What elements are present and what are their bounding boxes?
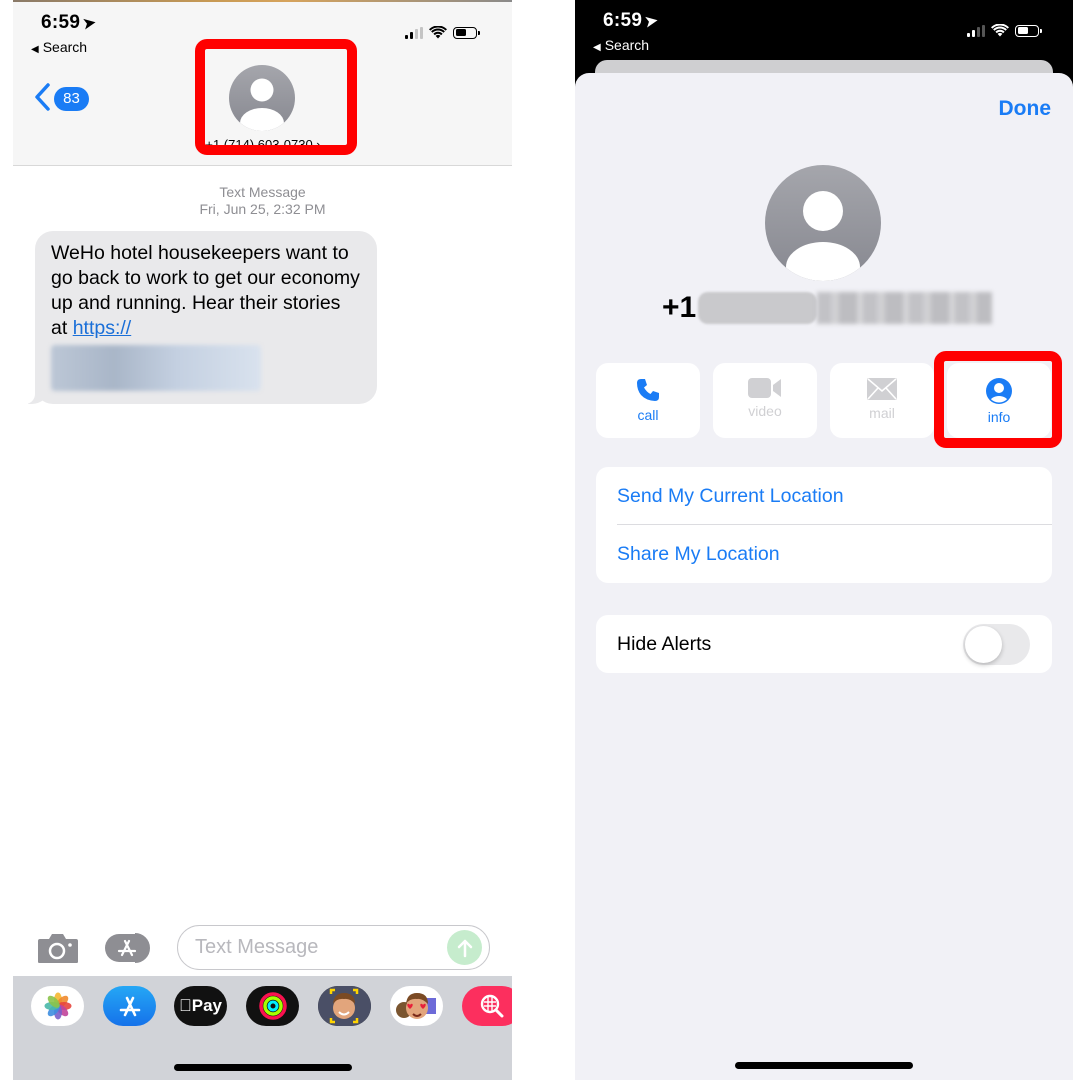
envelope-icon: [867, 378, 897, 400]
images-app-button[interactable]: [462, 986, 512, 1026]
unread-count-badge[interactable]: 83: [54, 87, 89, 111]
done-button[interactable]: Done: [999, 97, 1052, 121]
photos-icon: [44, 992, 71, 1020]
video-camera-icon: [748, 378, 781, 398]
chevron-left-icon[interactable]: [33, 82, 53, 112]
memoji-stickers-icon: [396, 993, 436, 1019]
person-circle-icon: [765, 165, 881, 281]
service-label: Text Message: [219, 184, 306, 200]
arrow-up-icon: [457, 939, 472, 957]
image-search-icon: [480, 994, 504, 1018]
location-arrow-icon: ➤: [81, 14, 98, 33]
message-link[interactable]: https://: [73, 317, 132, 339]
camera-icon[interactable]: [37, 932, 79, 964]
contact-details-sheet: Done +1 call video mail info Send My Cur…: [575, 73, 1073, 1080]
activity-app-button[interactable]: [246, 986, 299, 1026]
incoming-message-bubble[interactable]: WeHo hotel housekeepers want to go back …: [25, 231, 377, 404]
share-my-location-row[interactable]: Share My Location: [596, 525, 1052, 583]
highlight-info-button: [934, 351, 1062, 448]
apple-pay-icon: Pay: [179, 996, 222, 1015]
apple-pay-app-button[interactable]: Pay: [174, 986, 227, 1026]
status-icons: [405, 26, 480, 39]
imessage-app-drawer: Pay: [13, 976, 512, 1080]
mail-button[interactable]: mail: [830, 363, 934, 438]
message-meta: Text Message Fri, Jun 25, 2:32 PM: [13, 184, 512, 218]
app-store-icon[interactable]: [105, 932, 155, 964]
signal-icon: [967, 24, 985, 37]
status-icons: [967, 24, 1042, 37]
compose-bar: [13, 920, 512, 976]
video-button[interactable]: video: [713, 363, 817, 438]
hide-alerts-toggle[interactable]: [963, 624, 1030, 665]
memoji-app-button[interactable]: [318, 986, 371, 1026]
redacted-number-part: [698, 292, 818, 324]
home-indicator[interactable]: [174, 1064, 352, 1071]
home-indicator[interactable]: [735, 1062, 913, 1069]
redacted-link[interactable]: [51, 345, 261, 391]
contact-details-screen: 6:59 ➤ ◀ Search Done +1 call video mail …: [575, 0, 1073, 1080]
location-arrow-icon: ➤: [643, 12, 660, 31]
back-to-app-link[interactable]: ◀ Search: [593, 37, 649, 53]
message-timestamp: Fri, Jun 25, 2:32 PM: [199, 201, 326, 217]
status-time: 6:59 ➤: [603, 10, 660, 31]
status-time: 6:59 ➤: [41, 12, 98, 33]
activity-rings-icon: [258, 992, 287, 1020]
photos-app-button[interactable]: [31, 986, 84, 1026]
signal-icon: [405, 26, 423, 39]
call-button[interactable]: call: [596, 363, 700, 438]
memoji-icon: [318, 986, 371, 1026]
app-store-app-button[interactable]: [103, 986, 156, 1026]
number-prefix: +1: [662, 291, 697, 324]
back-triangle-icon: ◀: [593, 42, 601, 53]
contact-phone-number: +1: [662, 291, 992, 325]
hide-alerts-group: Hide Alerts: [596, 615, 1052, 673]
app-store-icon: [119, 996, 140, 1017]
message-input[interactable]: [177, 925, 490, 970]
battery-icon: [1015, 24, 1042, 37]
mail-label: mail: [869, 405, 895, 421]
battery-icon: [453, 26, 480, 39]
messages-conversation-screen: 6:59 ➤ ◀ Search 83 +1 (714) 603-0730 › T…: [13, 0, 512, 1080]
phone-icon: [637, 379, 659, 401]
video-label: video: [748, 403, 782, 419]
back-triangle-icon: ◀: [31, 44, 39, 55]
toggle-knob: [965, 626, 1002, 663]
wifi-icon: [991, 24, 1009, 37]
send-current-location-row[interactable]: Send My Current Location: [596, 467, 1052, 525]
highlight-contact-header: [195, 39, 357, 155]
back-to-app-link[interactable]: ◀ Search: [31, 39, 87, 55]
wifi-icon: [429, 26, 447, 39]
location-group: Send My Current Location Share My Locati…: [596, 467, 1052, 583]
memoji-stickers-app-button[interactable]: [390, 986, 443, 1026]
call-label: call: [637, 407, 659, 423]
redacted-number-part: [817, 292, 992, 324]
send-button[interactable]: [447, 930, 482, 965]
